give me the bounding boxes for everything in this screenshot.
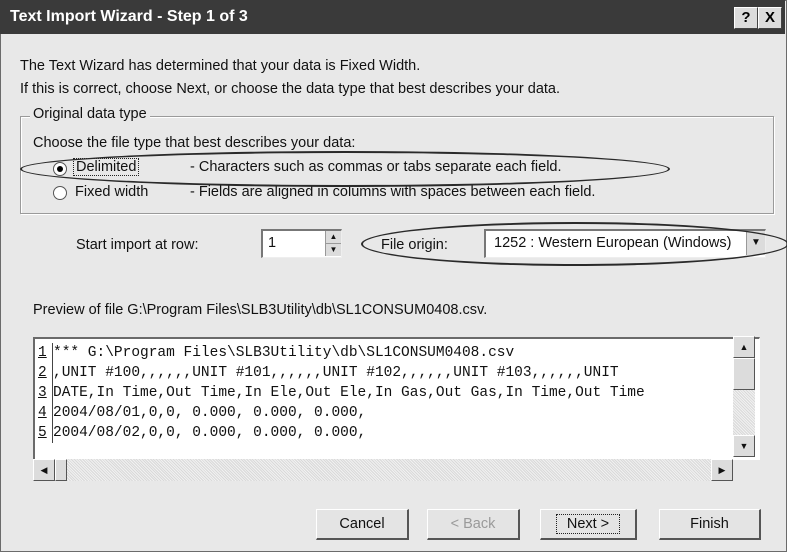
start-row-label: Start import at row: [76,237,199,253]
preview-label: Preview of file G:\Program Files\SLB3Uti… [33,302,488,318]
delimited-label-text: Delimited [73,158,140,176]
delimited-description: - Characters such as commas or tabs sepa… [190,159,562,175]
delimited-label[interactable]: Delimited [73,158,140,176]
back-button[interactable]: < Back [427,509,520,540]
scroll-right-icon[interactable]: ▶ [711,459,733,481]
file-origin-value[interactable]: 1252 : Western European (Windows) [494,235,732,251]
row-text: *** G:\Program Files\SLB3Utility\db\SL1C… [53,345,515,361]
preview-text: 1 *** G:\Program Files\SLB3Utility\db\SL1… [35,343,735,443]
title-bar: Text Import Wizard - Step 1 of 3 ? X [0,0,785,34]
row-number: 3 [38,383,53,403]
spin-down-icon[interactable]: ▼ [325,244,341,256]
help-button[interactable]: ? [734,7,758,29]
intro-line-1: The Text Wizard has determined that your… [20,58,421,74]
scroll-down-icon[interactable]: ▼ [733,435,755,457]
preview-row: 5 2004/08/02,0,0, 0.000, 0.000, 0.000, [35,423,735,443]
start-row-value[interactable]: 1 [268,235,276,251]
row-number: 2 [38,363,53,383]
spin-up-icon[interactable]: ▲ [325,231,341,244]
file-type-prompt: Choose the file type that best describes… [33,135,356,151]
group-label: Original data type [30,106,150,122]
row-text: 2004/08/01,0,0, 0.000, 0.000, 0.000, [53,405,367,421]
dialog-title: Text Import Wizard - Step 1 of 3 [10,8,248,25]
intro-line-2: If this is correct, choose Next, or choo… [20,81,561,97]
preview-row: 1 *** G:\Program Files\SLB3Utility\db\SL1… [35,343,735,363]
row-text: ,UNIT #100,,,,,,UNIT #101,,,,,,UNIT #102… [53,365,619,381]
next-button[interactable]: Next > [540,509,637,540]
finish-button[interactable]: Finish [659,509,761,540]
fixed-width-label[interactable]: Fixed width [75,184,148,200]
delimited-radio[interactable] [53,162,67,176]
scroll-left-icon[interactable]: ◀ [33,459,55,481]
close-button[interactable]: X [758,7,782,29]
row-number: 1 [38,343,53,363]
next-button-label: Next > [555,514,621,534]
row-number: 5 [38,423,53,443]
preview-row: 3 DATE,In Time,Out Time,In Ele,Out Ele,In… [35,383,735,403]
row-text: 2004/08/02,0,0, 0.000, 0.000, 0.000, [53,425,367,441]
row-number: 4 [38,403,53,423]
file-origin-select[interactable]: 1252 : Western European (Windows) ▼ [484,229,766,258]
cancel-button[interactable]: Cancel [316,509,409,540]
file-preview[interactable]: 1 *** G:\Program Files\SLB3Utility\db\SL1… [33,337,760,460]
preview-horizontal-scrollbar[interactable]: ◀ ▶ [33,459,733,481]
start-row-spinner[interactable]: 1 ▲ ▼ [261,229,342,258]
preview-row: 4 2004/08/01,0,0, 0.000, 0.000, 0.000, [35,403,735,423]
preview-row: 2 ,UNIT #100,,,,,,UNIT #101,,,,,,UNIT #10… [35,363,735,383]
chevron-down-icon[interactable]: ▼ [746,231,765,255]
horizontal-scroll-thumb[interactable] [55,459,67,481]
vertical-scroll-thumb[interactable] [733,358,755,390]
fixed-width-description: - Fields are aligned in columns with spa… [190,184,596,200]
preview-vertical-scrollbar[interactable]: ▲ ▼ [733,336,755,457]
scroll-up-icon[interactable]: ▲ [733,336,755,358]
file-origin-label: File origin: [381,237,448,253]
fixed-width-radio[interactable] [53,186,67,200]
row-text: DATE,In Time,Out Time,In Ele,Out Ele,In … [53,385,645,401]
